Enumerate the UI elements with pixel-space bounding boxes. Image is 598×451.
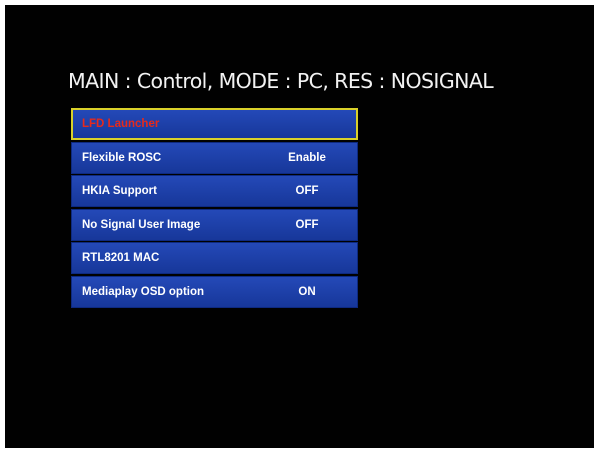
menu-item-rtl8201-mac[interactable]: RTL8201 MAC <box>71 242 358 275</box>
menu-item-label: No Signal User Image <box>82 218 201 231</box>
menu-item-label: Flexible ROSC <box>82 151 162 164</box>
menu-item-label: HKIA Support <box>82 185 157 198</box>
menu-item-hkia-support[interactable]: HKIA Support OFF <box>71 175 358 208</box>
menu-item-value: OFF <box>295 185 319 198</box>
menu-item-label: Mediaplay OSD option <box>82 285 205 298</box>
menu-item-value: ON <box>298 285 316 298</box>
status-line: MAIN : Control, MODE : PC, RES : NOSIGNA… <box>68 69 494 93</box>
menu-item-lfd-launcher[interactable]: LFD Launcher <box>71 108 358 140</box>
service-menu: LFD Launcher Flexible ROSC Enable HKIA S… <box>71 108 358 310</box>
menu-item-flexible-rosc[interactable]: Flexible ROSC Enable <box>71 141 358 174</box>
tv-screen: MAIN : Control, MODE : PC, RES : NOSIGNA… <box>5 5 594 448</box>
menu-item-no-signal-user-image[interactable]: No Signal User Image OFF <box>71 208 358 241</box>
menu-item-value: OFF <box>295 218 319 231</box>
menu-item-label: RTL8201 MAC <box>82 252 160 265</box>
menu-item-mediaplay-osd-option[interactable]: Mediaplay OSD option ON <box>71 275 358 308</box>
menu-item-label: LFD Launcher <box>82 118 160 130</box>
menu-item-value: Enable <box>288 151 326 164</box>
